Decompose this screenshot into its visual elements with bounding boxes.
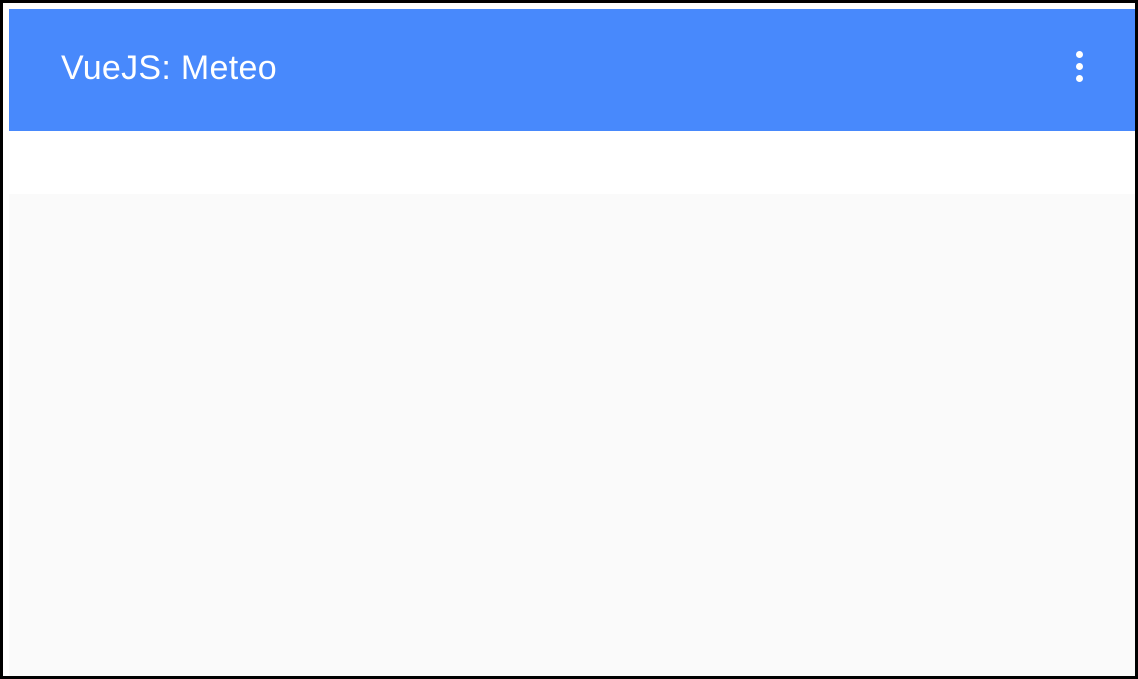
app-toolbar: VueJS: Meteo [9,9,1135,131]
kebab-dot-top [1075,50,1083,58]
toolbar-extension [9,131,1135,194]
app-window: VueJS: Meteo [0,0,1138,679]
main-content [9,194,1135,676]
kebab-dot-bottom [1075,74,1083,82]
more-vert-icon [1075,50,1083,82]
app-title: VueJS: Meteo [61,48,277,87]
kebab-dot-middle [1075,62,1083,70]
more-options-button[interactable] [1059,38,1099,94]
